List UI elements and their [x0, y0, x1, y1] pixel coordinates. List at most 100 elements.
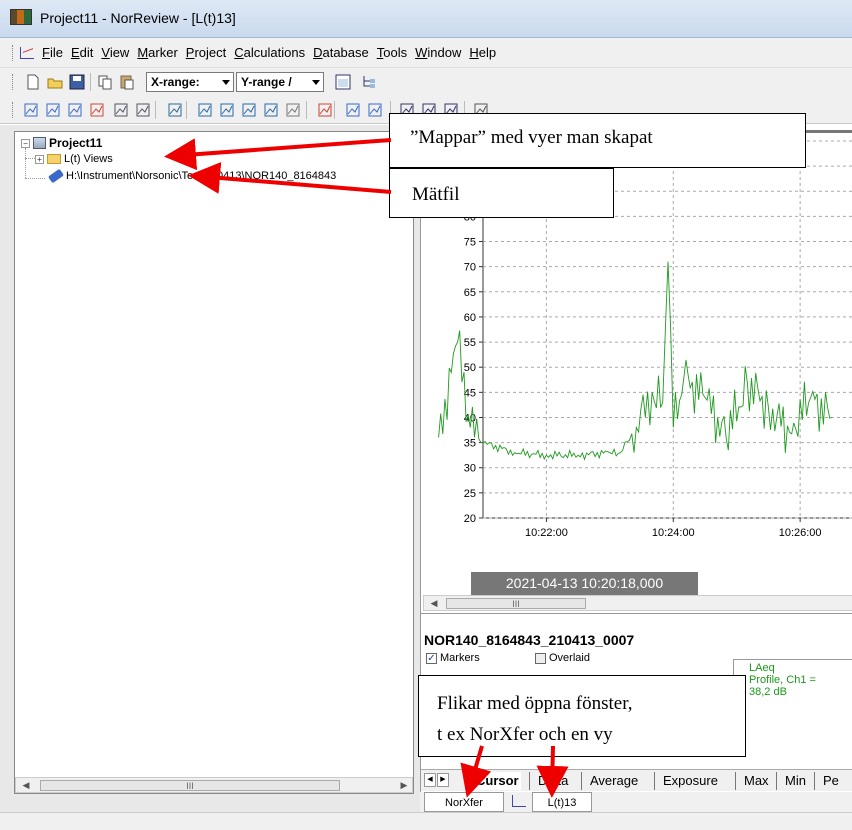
callout-flikar-text-2: t ex NorXfer och en vy [437, 724, 613, 745]
laeq-value: 38,2 dB [749, 686, 787, 698]
y-tick-label: 70 [464, 262, 476, 274]
y-range-dropdown[interactable]: Y-range / [236, 72, 324, 92]
tab-pe[interactable]: Pe [814, 772, 841, 790]
tab-average[interactable]: Average [581, 772, 640, 790]
expand-icon[interactable]: + [35, 154, 44, 164]
range-icon[interactable] [134, 101, 152, 119]
document-chart-icon[interactable] [20, 47, 34, 59]
scroll-left-icon[interactable]: ◀ [18, 778, 34, 792]
collapse-icon[interactable]: − [21, 138, 30, 148]
y-tick-label: 25 [464, 488, 476, 500]
tab-scroll-right-icon[interactable]: ▶ [437, 773, 449, 787]
status-bar [0, 812, 852, 830]
y-range-label: Y-range / [241, 75, 292, 89]
tab-scroll-left-icon[interactable]: ◀ [424, 773, 436, 787]
menu-project[interactable]: Project [182, 45, 230, 60]
scroll-right-icon[interactable]: ▶ [396, 778, 412, 792]
x-tick-label: 10:26:00 [779, 527, 822, 539]
menu-marker[interactable]: Marker [133, 45, 181, 60]
tree-item-measurement-file[interactable]: H:\Instrument\Norsonic\Test\210413\NOR14… [47, 168, 336, 184]
marker-icon[interactable] [316, 101, 334, 119]
menu-view[interactable]: View [97, 45, 133, 60]
table-icon[interactable] [112, 101, 130, 119]
project-icon [33, 137, 46, 149]
tab-cursor[interactable]: Cursor [467, 772, 521, 790]
line-chart-icon[interactable] [22, 101, 40, 119]
unchecked-box-icon [535, 652, 546, 664]
tree-structure-icon[interactable] [360, 73, 378, 91]
overlaid-label: Overlaid [549, 652, 590, 664]
tab-exposure[interactable]: Exposure [654, 772, 720, 790]
tab-max[interactable]: Max [735, 772, 771, 790]
zoom-x-icon[interactable] [240, 101, 258, 119]
y-tick-label: 35 [464, 438, 476, 450]
zoom-in-icon[interactable] [196, 101, 214, 119]
save-icon[interactable] [68, 73, 86, 91]
pie-chart-icon[interactable] [88, 101, 106, 119]
x-tick-label: 10:24:00 [652, 527, 695, 539]
chevron-down-icon [222, 80, 230, 85]
x-range-dropdown[interactable]: X-range: [146, 72, 234, 92]
overlaid-checkbox[interactable]: Overlaid [535, 652, 590, 664]
tab-min[interactable]: Min [776, 772, 808, 790]
y-tick-label: 20 [464, 513, 476, 525]
document-tabs: NorXfer L(t)13 [420, 792, 852, 812]
tree-item-views-folder[interactable]: + L(t) Views [35, 153, 113, 165]
laeq-readout: LAeq Profile, Ch1 = 38,2 dB [749, 662, 816, 698]
callout-matfil-text: Mätfil [412, 184, 460, 205]
project-tree-pane: − Project11 + L(t) Views H:\Instrument\N… [14, 131, 414, 794]
doc-tab-norxfer[interactable]: NorXfer [424, 792, 504, 812]
toolbar-separator [186, 101, 187, 119]
laeq-name: LAeq [749, 662, 775, 674]
y-tick-label: 50 [464, 362, 476, 374]
chart-horizontal-scrollbar[interactable]: ◀ III [423, 595, 852, 611]
title-bar: Project11 - NorReview - [L(t)13] [0, 0, 852, 38]
new-file-icon[interactable] [24, 73, 42, 91]
scrollbar-thumb[interactable]: III [446, 598, 586, 609]
menu-edit[interactable]: Edit [67, 45, 97, 60]
bar-chart-icon[interactable] [44, 101, 62, 119]
tab-delta[interactable]: Delta [529, 772, 570, 790]
x-range-label: X-range: [151, 75, 200, 89]
stacked-chart-icon[interactable] [66, 101, 84, 119]
open-folder-icon[interactable] [46, 73, 64, 91]
standard-toolbar: X-range: Y-range / [0, 68, 852, 96]
zoom-window-icon[interactable] [284, 101, 302, 119]
window-title: Project11 - NorReview - [L(t)13] [40, 10, 236, 26]
x-tick-label: 10:22:00 [525, 527, 568, 539]
callout-flikar: Flikar med öppna fönster, t ex NorXfer o… [418, 675, 746, 757]
tree-horizontal-scrollbar[interactable]: ◀ III ▶ [15, 777, 413, 793]
tree-item-project[interactable]: − Project11 [21, 136, 102, 150]
doc-tab-lt13[interactable]: L(t)13 [532, 792, 592, 812]
chart-fill-icon[interactable] [366, 101, 384, 119]
copy-icon[interactable] [96, 73, 114, 91]
menu-help[interactable]: Help [465, 45, 500, 60]
zoom-out-icon[interactable] [218, 101, 236, 119]
y-tick-label: 45 [464, 387, 476, 399]
toolbar-separator [334, 101, 335, 119]
tree-line [25, 148, 26, 178]
menu-file[interactable]: File [38, 45, 67, 60]
menu-database[interactable]: Database [309, 45, 373, 60]
markers-checkbox[interactable]: ✓ Markers [426, 652, 480, 664]
scroll-left-icon[interactable]: ◀ [426, 596, 442, 610]
folder-icon [47, 154, 61, 164]
measurement-file-icon [47, 168, 65, 184]
window-icon[interactable] [334, 73, 352, 91]
menu-items: File Edit View Marker Project Calculatio… [38, 45, 500, 60]
file-title: NOR140_8164843_210413_0007 [424, 632, 635, 648]
scrollbar-thumb[interactable]: III [40, 780, 340, 791]
paste-icon[interactable] [118, 73, 136, 91]
chart-view-icon [512, 795, 526, 807]
y-tick-label: 55 [464, 337, 476, 349]
tree-project-label: Project11 [49, 136, 103, 150]
grid-icon[interactable] [166, 101, 184, 119]
menu-grip [12, 45, 15, 61]
menu-tools[interactable]: Tools [373, 45, 411, 60]
y-tick-label: 60 [464, 312, 476, 324]
menu-calculations[interactable]: Calculations [230, 45, 309, 60]
chart-area-icon[interactable] [344, 101, 362, 119]
series-line-0 [438, 261, 833, 461]
zoom-fit-icon[interactable] [262, 101, 280, 119]
menu-window[interactable]: Window [411, 45, 465, 60]
